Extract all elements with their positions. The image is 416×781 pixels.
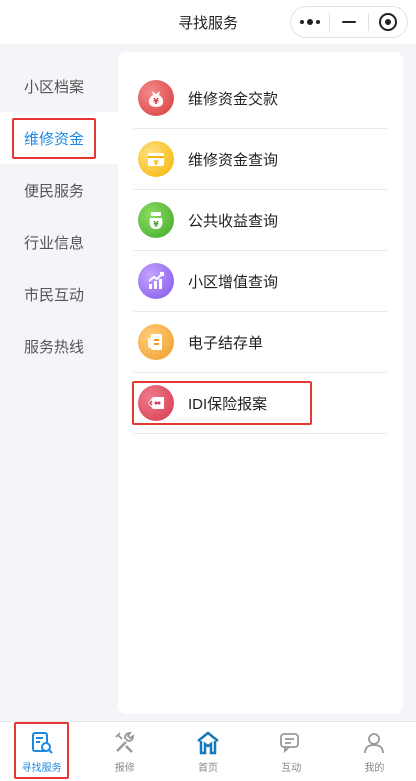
tab-label: 报修 <box>114 762 135 774</box>
tab-repair[interactable]: 报修 <box>83 722 166 781</box>
money-bag-icon: ¥ <box>138 80 174 116</box>
page-title: 寻找服务 <box>177 14 238 32</box>
service-panel: ¥ 维修资金交款 ¥ 维修资金查询 ¥ 公共收益查询 小区增值查询 电子结存单 … <box>118 52 403 714</box>
svg-text:¥: ¥ <box>154 159 159 167</box>
service-item-e-statement[interactable]: 电子结存单 <box>134 312 387 373</box>
service-item-fund-payment[interactable]: ¥ 维修资金交款 <box>134 68 387 129</box>
tab-find-service[interactable]: 寻找服务 <box>0 722 83 781</box>
service-label: IDI保险报案 <box>188 395 268 413</box>
tab-label: 互动 <box>281 762 302 774</box>
service-label: 维修资金交款 <box>188 90 279 108</box>
yen-card-icon: ¥ <box>138 141 174 177</box>
tab-interaction[interactable]: 互动 <box>250 722 333 781</box>
sidebar-item-label: 维修资金 <box>12 117 97 159</box>
tab-label: 首页 <box>198 762 218 774</box>
tab-home[interactable]: 首页 <box>166 722 249 781</box>
service-item-fund-query[interactable]: ¥ 维修资金查询 <box>134 129 387 190</box>
category-sidebar: 小区档案 维修资金 便民服务 行业信息 市民互动 服务热线 <box>0 60 118 372</box>
more-dots-icon <box>300 19 320 25</box>
svg-text:¥: ¥ <box>153 220 159 229</box>
service-label: 电子结存单 <box>188 334 264 352</box>
service-label: 小区增值查询 <box>188 273 279 291</box>
sidebar-item-label: 市民互动 <box>24 286 85 304</box>
target-icon <box>379 13 397 31</box>
sidebar-item-community-archive[interactable]: 小区档案 <box>0 60 118 112</box>
tab-mine[interactable]: 我的 <box>333 722 416 781</box>
sidebar-item-convenience-services[interactable]: 便民服务 <box>0 164 118 216</box>
sidebar-item-label: 便民服务 <box>24 182 85 200</box>
service-list: ¥ 维修资金交款 ¥ 维修资金查询 ¥ 公共收益查询 小区增值查询 电子结存单 … <box>118 52 403 434</box>
sidebar-item-service-hotline[interactable]: 服务热线 <box>0 320 118 372</box>
service-label: 维修资金查询 <box>188 151 279 169</box>
search-document-icon <box>31 731 53 754</box>
service-label: 公共收益查询 <box>188 212 279 230</box>
home-icon <box>197 730 219 754</box>
close-mini-program-button[interactable] <box>369 7 407 37</box>
document-icon <box>138 324 174 360</box>
service-item-idi-insurance-report[interactable]: IDI保险报案 <box>132 373 387 434</box>
tab-label: 我的 <box>364 762 385 774</box>
top-nav-bar: 寻找服务 <box>0 0 416 44</box>
chat-icon <box>280 732 300 753</box>
yen-bag-icon: ¥ <box>138 202 174 238</box>
sidebar-item-label: 行业信息 <box>24 234 85 252</box>
insurance-report-icon <box>138 385 174 421</box>
minimize-icon <box>342 21 356 23</box>
service-item-public-income-query[interactable]: ¥ 公共收益查询 <box>134 190 387 251</box>
sidebar-item-label: 小区档案 <box>24 78 85 96</box>
svg-text:¥: ¥ <box>153 97 159 106</box>
mini-program-capsule <box>290 6 408 38</box>
sidebar-item-label: 服务热线 <box>24 338 85 356</box>
service-item-community-value-query[interactable]: 小区增值查询 <box>134 251 387 312</box>
sidebar-item-citizen-interaction[interactable]: 市民互动 <box>0 268 118 320</box>
minimize-button[interactable] <box>330 7 368 37</box>
bottom-tab-bar: 寻找服务 报修 首页 互动 我的 <box>0 721 416 781</box>
more-button[interactable] <box>291 7 329 37</box>
tab-label: 寻找服务 <box>21 762 62 774</box>
user-icon <box>364 732 385 753</box>
sidebar-item-industry-info[interactable]: 行业信息 <box>0 216 118 268</box>
tools-icon <box>115 731 134 753</box>
chart-up-icon <box>138 263 174 299</box>
sidebar-item-maintenance-fund[interactable]: 维修资金 <box>0 112 118 164</box>
